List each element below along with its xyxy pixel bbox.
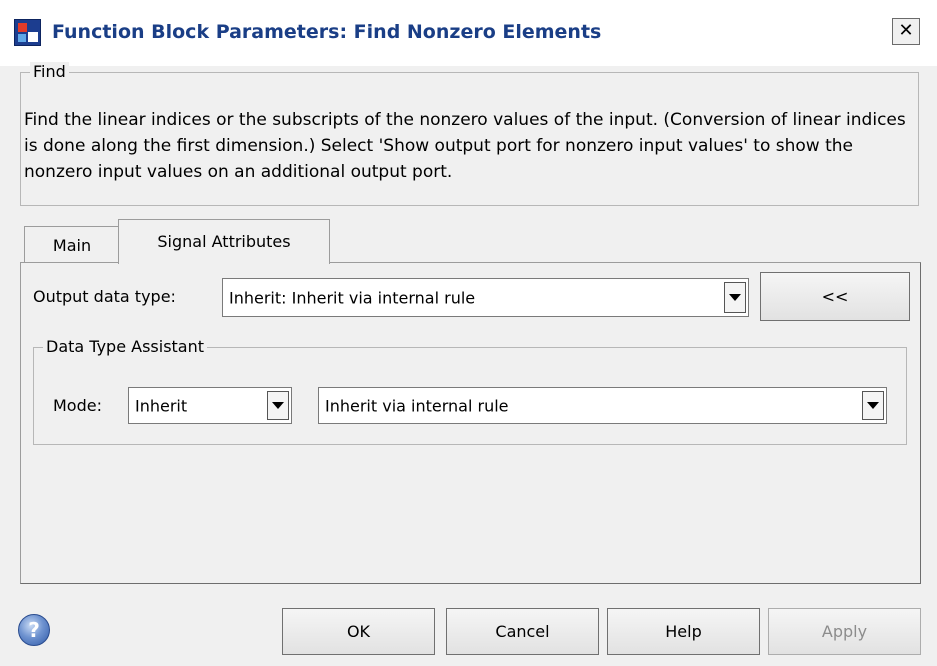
mode-label: Mode: bbox=[53, 396, 102, 415]
output-data-type-label: Output data type: bbox=[33, 287, 176, 306]
help-icon[interactable]: ? bbox=[18, 614, 50, 646]
block-description: Find the linear indices or the subscript… bbox=[24, 110, 906, 182]
ok-button[interactable]: OK bbox=[282, 608, 435, 655]
simulink-block-icon bbox=[14, 19, 41, 46]
chevron-down-icon[interactable] bbox=[724, 282, 746, 313]
output-data-type-select[interactable]: Inherit: Inherit via internal rule bbox=[222, 278, 749, 317]
mode-select[interactable]: Inherit bbox=[128, 387, 292, 424]
apply-button[interactable]: Apply bbox=[768, 608, 921, 655]
window-title: Function Block Parameters: Find Nonzero … bbox=[52, 21, 602, 43]
find-group-label: Find bbox=[30, 62, 69, 82]
close-button[interactable]: ✕ bbox=[892, 18, 920, 45]
tab-main[interactable]: Main bbox=[24, 226, 120, 263]
help-button[interactable]: Help bbox=[607, 608, 760, 655]
chevron-down-icon[interactable] bbox=[862, 391, 884, 420]
tab-main-label: Main bbox=[52, 236, 92, 255]
inherit-rule-select[interactable]: Inherit via internal rule bbox=[318, 387, 887, 424]
data-type-assistant-label: Data Type Assistant bbox=[43, 337, 208, 357]
data-type-assistant-toggle-button[interactable]: << bbox=[760, 272, 910, 321]
title-bar: Function Block Parameters: Find Nonzero … bbox=[0, 0, 937, 66]
tab-signal-attributes[interactable]: Signal Attributes bbox=[118, 219, 330, 264]
output-data-type-value: Inherit: Inherit via internal rule bbox=[229, 288, 476, 307]
chevron-down-icon[interactable] bbox=[267, 391, 289, 420]
tab-signal-attributes-label: Signal Attributes bbox=[157, 232, 291, 251]
cancel-button[interactable]: Cancel bbox=[446, 608, 599, 655]
mode-value: Inherit bbox=[135, 396, 188, 415]
inherit-rule-value: Inherit via internal rule bbox=[325, 396, 509, 415]
